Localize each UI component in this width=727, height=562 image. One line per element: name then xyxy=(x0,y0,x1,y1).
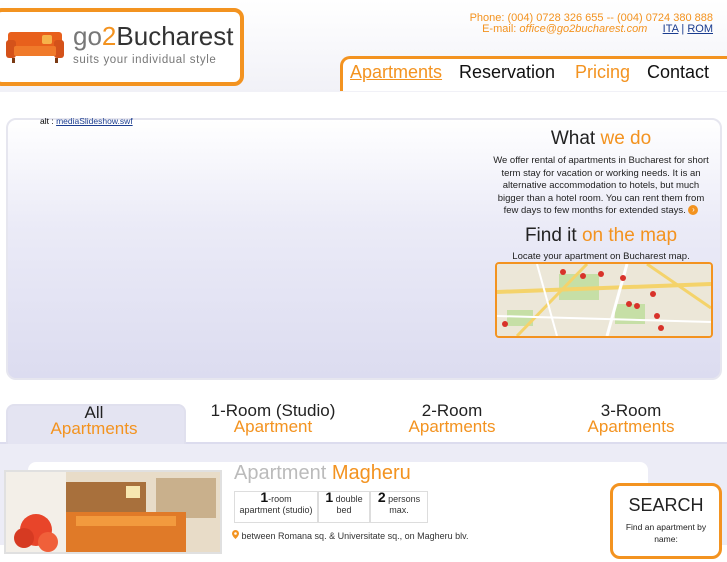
map-thumbnail[interactable] xyxy=(495,262,713,338)
map-graphic xyxy=(497,264,711,336)
apartment-title[interactable]: Apartment Magheru xyxy=(234,462,411,485)
location-pin-icon xyxy=(232,530,239,539)
logo-text: go2Bucharest xyxy=(73,21,234,51)
apartment-address: between Romana sq. & Universitate sq., o… xyxy=(232,530,468,541)
lang-ita-link[interactable]: ITA xyxy=(663,23,679,35)
apartment-photo-image xyxy=(6,472,220,552)
email-address[interactable]: office@go2bucharest.com xyxy=(519,23,647,35)
what-we-do-heading: What we do xyxy=(550,128,652,149)
spec-rooms: 1-room apartment (studio) xyxy=(234,490,318,523)
tab-all-apartments[interactable]: All Apartments xyxy=(6,404,182,437)
locate-text: Locate your apartment on Bucharest map. xyxy=(512,251,690,262)
nav-pricing[interactable]: Pricing xyxy=(575,62,630,83)
lang-separator: | xyxy=(681,23,685,35)
nav-contact[interactable]: Contact xyxy=(647,62,709,83)
email-label: E-mail: xyxy=(482,23,517,35)
what-we-do-text: We offer rental of apartments in Buchare… xyxy=(493,155,709,216)
nav-apartments[interactable]: Apartments xyxy=(350,62,442,83)
sofa-logo-icon xyxy=(6,32,64,63)
lang-rom-link[interactable]: ROM xyxy=(687,23,713,35)
search-title: SEARCH xyxy=(628,495,704,515)
email-line: E-mail: office@go2bucharest.com ITA | RO… xyxy=(482,23,713,35)
apartment-photo[interactable] xyxy=(4,470,222,554)
more-arrow-icon[interactable]: › xyxy=(688,205,699,216)
nav-reservation[interactable]: Reservation xyxy=(459,62,555,83)
slideshow-file-link[interactable]: mediaSlideshow.swf xyxy=(56,116,133,126)
slideshow-alt-text: alt : mediaSlideshow.swf xyxy=(40,116,133,126)
search-subtitle: Find an apartment by name: xyxy=(625,522,707,544)
tab-1-room[interactable]: 1-Room (Studio) Apartment xyxy=(184,402,362,435)
spec-persons: 2 persons max. xyxy=(370,490,428,523)
find-on-map-heading: Find it on the map xyxy=(524,225,678,246)
spec-beds: 1 double bed xyxy=(318,490,370,523)
tab-2-room[interactable]: 2-Room Apartments xyxy=(364,402,540,435)
tab-3-room[interactable]: 3-Room Apartments xyxy=(542,402,720,435)
logo-tagline: suits your individual style xyxy=(73,54,217,66)
